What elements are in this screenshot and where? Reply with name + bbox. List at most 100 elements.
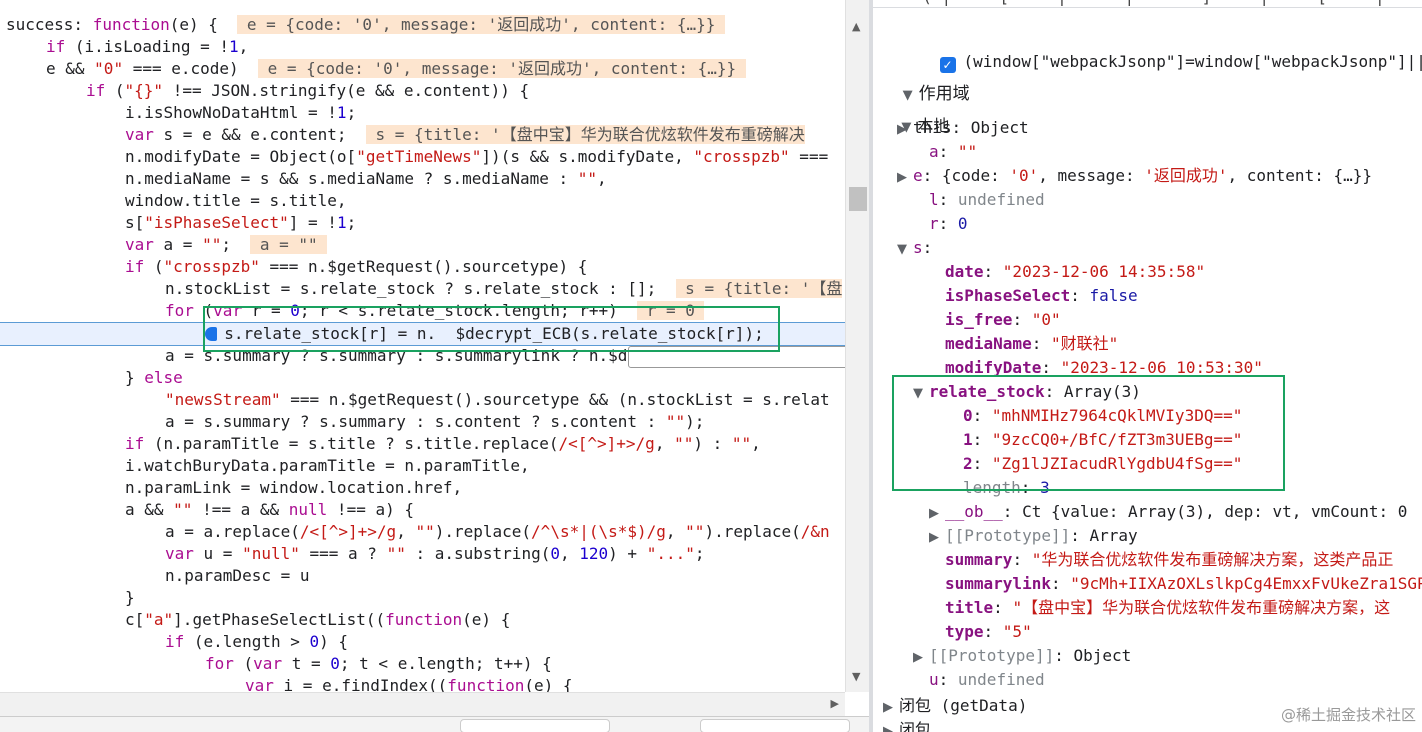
scroll-thumb[interactable] (849, 187, 867, 211)
scope-variable-row[interactable]: modifyDate: "2023-12-06 10:53:30" (929, 356, 1263, 380)
expand-right-icon[interactable]: ▶ (883, 720, 899, 732)
scope-variable-row[interactable]: ▶ e: {code: '0', message: '返回成功', content… (897, 164, 1372, 188)
code-line[interactable]: window.title = s.title, (125, 190, 347, 212)
code-token: !== a) { (327, 500, 414, 519)
expand-right-icon[interactable]: ▶ (883, 696, 899, 720)
code-line[interactable]: } else (125, 367, 183, 389)
code-line[interactable]: if (n.paramTitle = s.title ? s.title.rep… (125, 433, 761, 455)
scope-variable-row[interactable]: length: 3 (947, 476, 1050, 500)
source-horizontal-scrollbar[interactable]: ▶ (0, 692, 845, 716)
breakpoint-marker[interactable] (205, 327, 217, 341)
code-line[interactable]: var s = e && e.content; s = {title: '【盘中… (125, 124, 805, 146)
code-line[interactable]: if (e.length > 0) { (165, 631, 348, 653)
expand-down-icon[interactable]: ▼ (897, 238, 913, 262)
scope-token: '返回成功' (1144, 166, 1228, 185)
code-line[interactable]: a = s.summary ? s.summary : s.content ? … (165, 411, 704, 433)
code-line[interactable]: "newsStream" === n.$getRequest().sourcet… (165, 389, 830, 411)
source-editor[interactable]: success: function(e) { e = {code: '0', m… (0, 0, 845, 692)
expand-right-icon[interactable]: ▶ (929, 526, 945, 550)
expand-right-icon[interactable]: ▶ (913, 646, 929, 670)
code-token: "getTimeNews" (356, 147, 482, 166)
code-line[interactable]: e && "0" === e.code) e = {code: '0', mes… (46, 58, 746, 80)
scope-section-header[interactable]: ▼ 作用域 (881, 58, 970, 104)
code-line[interactable]: for (var r = 0; r < s.relate_stock.lengt… (165, 300, 705, 322)
status-field[interactable] (700, 719, 850, 732)
scope-variable-row[interactable]: ▶ 闭包 (883, 718, 931, 732)
expand-right-icon[interactable]: ▶ (897, 166, 913, 190)
scope-variable-row[interactable]: 2: "Zg1lJZIacudRlYgdbU4fSg==" (947, 452, 1242, 476)
code-line[interactable]: var u = "null" === a ? "" : a.substring(… (165, 543, 705, 565)
expand-down-icon[interactable]: ▼ (913, 382, 929, 406)
scope-token: undefined (957, 190, 1045, 209)
source-vertical-scrollbar[interactable]: ▲ ▼ (845, 0, 869, 692)
scope-variable-row[interactable]: r: 0 (913, 212, 968, 236)
scope-variable-row[interactable]: ▶ [[Prototype]]: Object (913, 644, 1131, 668)
code-token: ( (233, 654, 254, 673)
scope-variable-row[interactable]: 1: "9zcCQ0+/BfC/fZT3m3UEBg==" (947, 428, 1242, 452)
scroll-up-arrow-icon[interactable]: ▲ (852, 20, 860, 33)
code-token: , (238, 37, 249, 56)
scope-variable-row[interactable]: isPhaseSelect: false (929, 284, 1138, 308)
code-token: n.modifyDate = Object(o[ (125, 147, 357, 166)
scope-token: 闭包 (899, 720, 932, 732)
scope-variable-row[interactable]: ▶ 闭包 (getData) (883, 694, 1027, 718)
code-line[interactable]: a = a.replace(/<[^>]+>/g, "").replace(/^… (165, 521, 830, 543)
code-line[interactable]: i.isShowNoDataHtml = !1; (125, 102, 356, 124)
code-token: ].getPhaseSelectList(( (173, 610, 386, 629)
scope-variable-row[interactable]: title: "【盘中宝】华为联合优炫软件发布重磅解决方案，这 (929, 596, 1390, 620)
scope-variable-row[interactable]: summary: "华为联合优炫软件发布重磅解决方案，这类产品正 (929, 548, 1393, 572)
code-line[interactable]: success: function(e) { e = {code: '0', m… (6, 14, 726, 36)
code-line[interactable]: var a = ""; a = "" (125, 234, 328, 256)
watch-expression-row[interactable]: ✓ (window["webpackJsonp"]=window["webpack… (901, 26, 1422, 73)
code-token: , (559, 544, 580, 563)
scope-token: : Array (1070, 526, 1138, 545)
scope-variable-row[interactable]: 0: "mhNMIHz7964cQklMVIy3DQ==" (947, 404, 1242, 428)
code-token: "0" (94, 59, 124, 78)
code-line[interactable]: c["a"].getPhaseSelectList((function(e) { (125, 609, 510, 631)
scope-token: , message: (1038, 166, 1145, 185)
code-token: t = (282, 654, 331, 673)
scope-variable-row[interactable]: a: "" (913, 140, 977, 164)
code-token: "" (731, 434, 752, 453)
code-line[interactable]: s.relate_stock[r] = n. $decrypt_ECB(s.re… (205, 323, 763, 345)
code-line[interactable]: n.paramLink = window.location.href, (125, 477, 462, 499)
scope-variable-row[interactable]: l: undefined (913, 188, 1045, 212)
code-line[interactable]: for (var t = 0; t < e.length; t++) { (205, 653, 552, 675)
code-line[interactable]: n.paramDesc = u (165, 565, 310, 587)
code-token: if (86, 81, 106, 100)
scope-variable-row[interactable]: ▼ relate_stock: Array(3) (913, 380, 1141, 404)
status-field[interactable] (460, 719, 610, 732)
scope-variable-row[interactable]: ▼ s: (897, 236, 932, 260)
code-line[interactable]: s["isPhaseSelect"] = !1; (125, 212, 356, 234)
code-line[interactable]: i.watchBuryData.paramTitle = n.paramTitl… (125, 455, 530, 477)
code-line[interactable]: a && "" !== a && null !== a) { (125, 499, 414, 521)
scope-variable-row[interactable]: summarylink: "9cMh+IIXAzOXLslkpCg4EmxxFv… (929, 572, 1422, 596)
scope-variable-row[interactable]: type: "5" (929, 620, 1032, 644)
scope-variable-row[interactable]: ▶ __ob__: Ct {value: Array(3), dep: vt, v… (929, 500, 1407, 524)
scope-variable-row[interactable]: is_free: "0" (929, 308, 1061, 332)
code-line[interactable]: if (i.isLoading = !1, (46, 36, 248, 58)
code-line[interactable]: var i = e.findIndex((function(e) { (245, 675, 573, 692)
scope-token: : (1012, 310, 1032, 329)
scope-token: : (983, 262, 1003, 281)
code-token: (e) { (169, 15, 238, 34)
code-token: "isPhaseSelect" (144, 213, 289, 232)
code-line[interactable]: n.mediaName = s && s.mediaName ? s.media… (125, 168, 607, 190)
code-token: ( (105, 81, 125, 100)
scope-variable-row[interactable]: ▶ this: Object (897, 116, 1029, 140)
scope-variable-row[interactable]: ▶ [[Prototype]]: Array (929, 524, 1138, 548)
scroll-down-arrow-icon[interactable]: ▼ (852, 670, 860, 683)
scope-variable-row[interactable]: u: undefined (913, 668, 1045, 692)
scroll-right-arrow-icon[interactable]: ▶ (831, 697, 839, 710)
code-line[interactable]: if ("crosspzb" === n.$getRequest().sourc… (125, 256, 587, 278)
scope-variable-row[interactable]: mediaName: "财联社" (929, 332, 1118, 356)
code-token: success: (6, 15, 93, 34)
local-scope-header[interactable]: ▼ 本地 (881, 90, 949, 135)
expand-right-icon[interactable]: ▶ (897, 118, 913, 142)
code-line[interactable]: } (125, 587, 135, 609)
code-line[interactable]: n.stockList = s.relate_stock ? s.relate_… (165, 278, 843, 300)
expand-right-icon[interactable]: ▶ (929, 502, 945, 526)
code-line[interactable]: n.modifyDate = Object(o["getTimeNews"])(… (125, 146, 828, 168)
code-line[interactable]: if ("{}" !== JSON.stringify(e && e.conte… (86, 80, 529, 102)
scope-variable-row[interactable]: date: "2023-12-06 14:35:58" (929, 260, 1205, 284)
